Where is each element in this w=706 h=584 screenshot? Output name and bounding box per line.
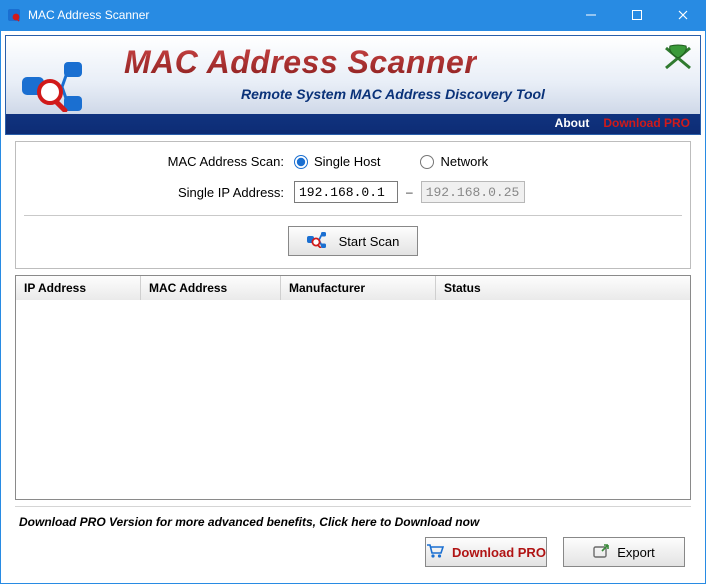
col-status[interactable]: Status	[436, 276, 690, 300]
config-panel: MAC Address Scan: Single Host Network Si…	[15, 141, 691, 269]
table-header: IP Address MAC Address Manufacturer Stat…	[16, 276, 690, 300]
ip-range-dash: –	[406, 185, 413, 199]
col-manufacturer[interactable]: Manufacturer	[281, 276, 436, 300]
export-label: Export	[617, 545, 655, 560]
pirate-icon	[662, 44, 694, 75]
network-radio[interactable]	[420, 155, 434, 169]
start-scan-label: Start Scan	[339, 234, 400, 249]
minimize-button[interactable]	[568, 0, 614, 30]
download-pro-label: Download PRO	[452, 545, 546, 560]
close-button[interactable]	[660, 0, 706, 30]
export-icon	[593, 544, 609, 561]
ip-end-input	[421, 181, 525, 203]
col-ip[interactable]: IP Address	[16, 276, 141, 300]
banner: MAC Address Scanner Remote System MAC Ad…	[5, 35, 701, 135]
about-link[interactable]: About	[555, 116, 590, 130]
banner-subtitle: Remote System MAC Address Discovery Tool	[241, 86, 545, 102]
network-option[interactable]: Network	[420, 154, 488, 169]
network-label: Network	[440, 154, 488, 169]
scan-mode-label: MAC Address Scan:	[24, 154, 294, 169]
ip-start-input[interactable]	[294, 181, 398, 203]
banner-title: MAC Address Scanner	[124, 44, 477, 81]
cart-icon	[426, 544, 444, 561]
app-icon	[6, 7, 22, 23]
ip-label: Single IP Address:	[24, 185, 294, 200]
start-scan-button[interactable]: Start Scan	[288, 226, 419, 256]
col-mac[interactable]: MAC Address	[141, 276, 281, 300]
single-host-radio[interactable]	[294, 155, 308, 169]
footer-message[interactable]: Download PRO Version for more advanced b…	[15, 506, 691, 535]
download-pro-button[interactable]: Download PRO	[425, 537, 547, 567]
results-table: IP Address MAC Address Manufacturer Stat…	[15, 275, 691, 500]
scan-icon	[307, 232, 329, 251]
single-host-option[interactable]: Single Host	[294, 154, 380, 169]
single-host-label: Single Host	[314, 154, 380, 169]
titlebar[interactable]: MAC Address Scanner	[0, 0, 706, 30]
export-button[interactable]: Export	[563, 537, 685, 567]
maximize-button[interactable]	[614, 0, 660, 30]
window-title: MAC Address Scanner	[28, 8, 568, 22]
download-pro-link[interactable]: Download PRO	[603, 116, 690, 130]
banner-logo-icon	[20, 62, 106, 115]
